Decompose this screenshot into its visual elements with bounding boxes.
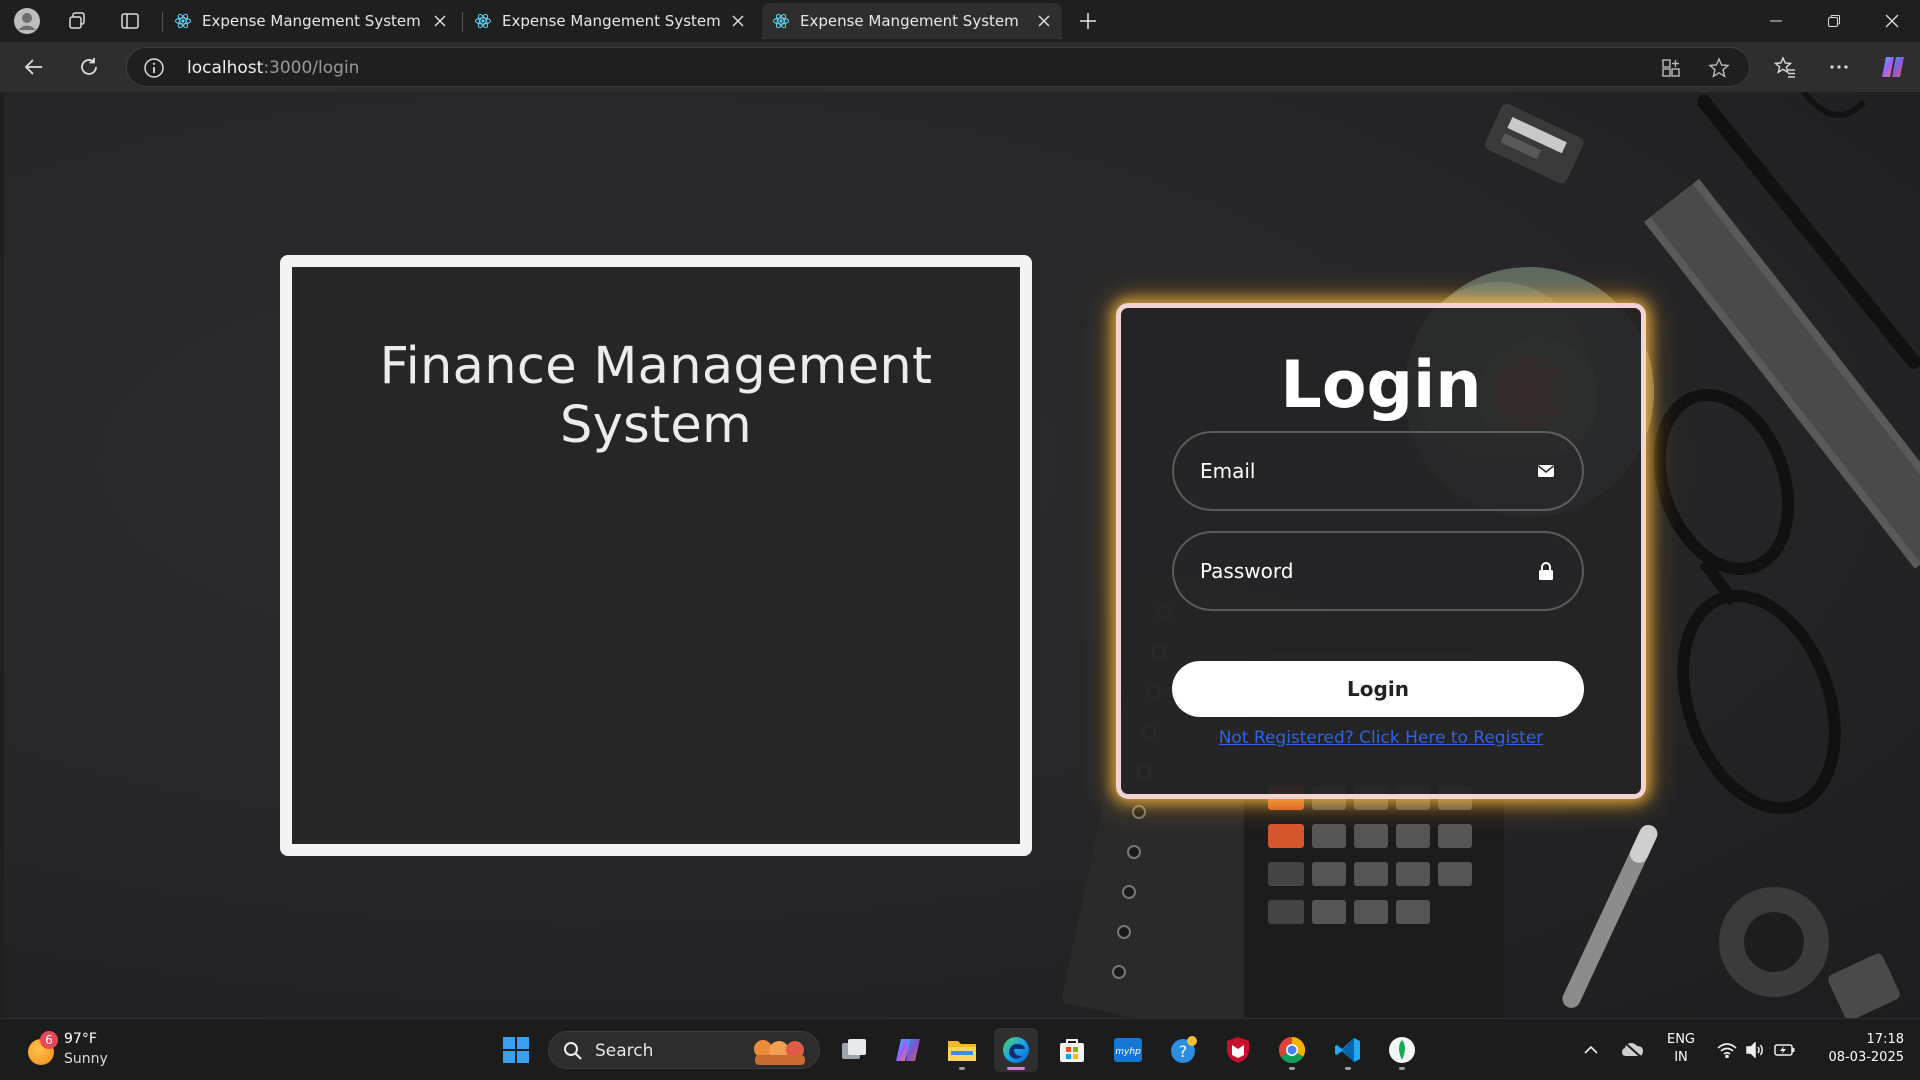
address-bar[interactable]: localhost:3000/login	[126, 47, 1750, 87]
react-favicon-icon	[475, 13, 491, 29]
new-tab-icon[interactable]	[1071, 6, 1105, 36]
weather-widget[interactable]: 6 97°F Sunny	[24, 1029, 144, 1073]
close-window-icon[interactable]	[1864, 0, 1920, 42]
clock-date: 08-03-2025	[1828, 1050, 1904, 1065]
favorites-icon[interactable]	[1768, 51, 1802, 83]
favorite-star-icon[interactable]	[1707, 56, 1731, 80]
get-help-icon[interactable]: ?	[1162, 1028, 1206, 1072]
browser-toolbar: localhost:3000/login	[0, 42, 1920, 92]
login-title: Login	[1280, 348, 1482, 423]
close-icon[interactable]	[1032, 9, 1056, 33]
clock-time: 17:18	[1866, 1032, 1904, 1047]
refresh-icon[interactable]	[72, 51, 106, 83]
language-code: ENG	[1666, 1032, 1695, 1047]
back-arrow-icon[interactable]	[17, 51, 51, 83]
chevron-up-icon[interactable]	[1578, 1035, 1604, 1065]
region-code: IN	[1674, 1050, 1688, 1065]
input-language[interactable]: ENG IN	[1664, 1031, 1698, 1067]
active-indicator	[1007, 1067, 1025, 1070]
mongodb-compass-icon[interactable]	[1380, 1028, 1424, 1072]
wifi-icon[interactable]	[1714, 1035, 1740, 1065]
tab-title: Expense Mangement System	[202, 12, 421, 30]
email-field	[1172, 431, 1584, 511]
password-input[interactable]	[1174, 533, 1582, 609]
url-path: :3000/login	[263, 58, 360, 78]
page-viewport: Finance Management System Login Login No…	[4, 92, 1920, 1018]
microsoft-store-icon[interactable]	[1050, 1028, 1094, 1072]
running-indicator	[959, 1067, 965, 1070]
edge-browser-icon[interactable]	[994, 1028, 1038, 1072]
windows-taskbar: 6 97°F Sunny Search myhp ? ENG IN 17:18 …	[0, 1018, 1920, 1080]
running-indicator	[1399, 1067, 1405, 1070]
site-info-icon[interactable]	[143, 57, 165, 79]
onedrive-offline-icon[interactable]	[1620, 1035, 1646, 1065]
copilot-app-icon[interactable]	[886, 1028, 930, 1072]
app-available-icon[interactable]	[1659, 56, 1683, 80]
search-label: Search	[595, 1041, 654, 1061]
tab-title: Expense Mangement System	[800, 12, 1019, 30]
register-link[interactable]: Not Registered? Click Here to Register	[1121, 728, 1641, 748]
battery-charging-icon[interactable]	[1772, 1035, 1798, 1065]
close-icon[interactable]	[726, 9, 750, 33]
browser-tab-strip: Expense Mangement System Expense Mangeme…	[0, 0, 1920, 42]
clock[interactable]: 17:18 08-03-2025	[1812, 1031, 1904, 1067]
weather-temperature: 97°F	[64, 1031, 97, 1047]
profile-avatar-icon[interactable]	[10, 6, 44, 36]
tab-expense-1[interactable]: Expense Mangement System	[164, 3, 458, 39]
login-button[interactable]: Login	[1172, 661, 1584, 717]
running-indicator	[1345, 1067, 1351, 1070]
vscode-icon[interactable]	[1326, 1028, 1370, 1072]
restore-icon[interactable]	[1806, 0, 1862, 42]
finance-title: Finance Management System	[379, 337, 933, 455]
chrome-icon[interactable]	[1270, 1028, 1314, 1072]
file-explorer-icon[interactable]	[940, 1028, 984, 1072]
login-card: Login Login Not Registered? Click Here t…	[1116, 303, 1646, 799]
tab-expense-2[interactable]: Expense Mangement System	[464, 3, 756, 39]
url-text[interactable]: localhost:3000/login	[187, 58, 359, 78]
myhp-icon[interactable]: myhp	[1106, 1028, 1150, 1072]
taskbar-search[interactable]: Search	[548, 1031, 820, 1069]
copilot-icon[interactable]	[1876, 51, 1910, 83]
react-favicon-icon	[773, 13, 789, 29]
notification-badge: 6	[40, 1031, 58, 1049]
envelope-icon	[1538, 465, 1554, 477]
more-options-icon[interactable]	[1822, 51, 1856, 83]
search-highlight-image	[754, 1040, 805, 1065]
react-favicon-icon	[175, 13, 191, 29]
finance-panel: Finance Management System	[280, 255, 1032, 856]
url-host: localhost	[187, 58, 264, 78]
weather-condition: Sunny	[64, 1051, 108, 1067]
vertical-tabs-icon[interactable]	[113, 6, 147, 36]
start-windows-icon[interactable]	[494, 1028, 538, 1072]
search-icon	[564, 1042, 582, 1060]
email-input[interactable]	[1174, 433, 1582, 509]
workspaces-icon[interactable]	[60, 6, 94, 36]
tab-expense-3[interactable]: Expense Mangement System	[762, 3, 1062, 39]
tab-separator	[162, 12, 163, 32]
volume-icon[interactable]	[1742, 1035, 1768, 1065]
svg-text:?: ?	[1179, 1042, 1188, 1061]
minimize-icon[interactable]	[1748, 0, 1804, 42]
password-field	[1172, 531, 1584, 611]
svg-text:myhp: myhp	[1115, 1047, 1141, 1057]
close-icon[interactable]	[428, 9, 452, 33]
tab-title: Expense Mangement System	[502, 12, 721, 30]
tab-separator	[462, 12, 463, 32]
running-indicator	[1289, 1067, 1295, 1070]
task-view-icon[interactable]	[832, 1028, 876, 1072]
lock-icon	[1539, 562, 1553, 580]
mcafee-icon[interactable]	[1216, 1028, 1260, 1072]
